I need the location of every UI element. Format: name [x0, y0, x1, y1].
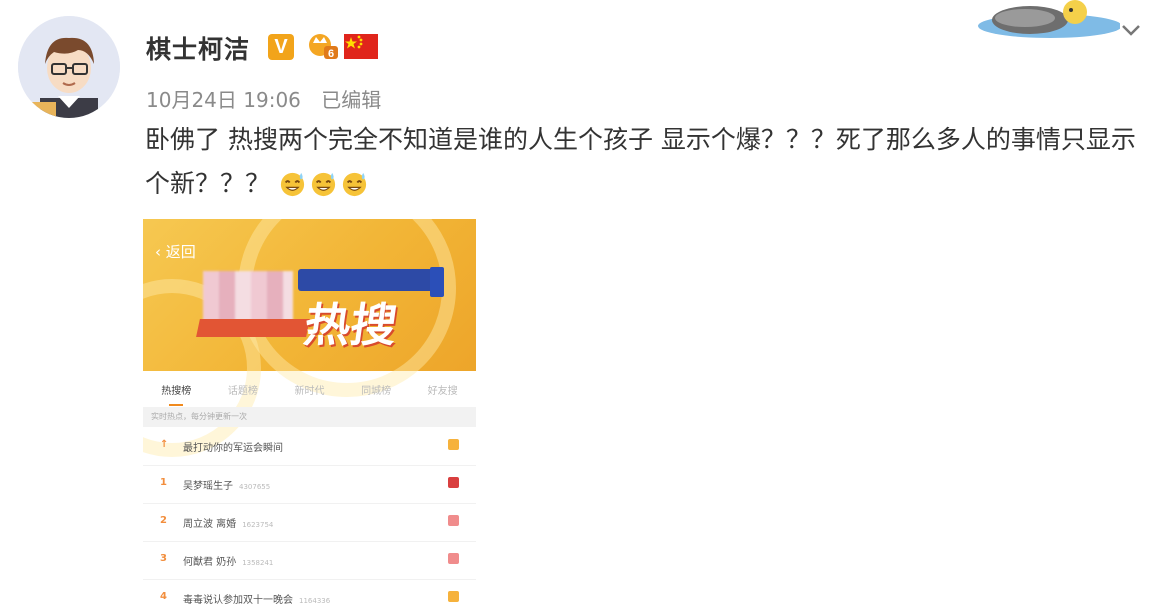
list-item[interactable]: 3 何猷君 奶孙 1358241 — [143, 541, 476, 580]
tag-badge — [448, 515, 459, 526]
item-title: 何猷君 奶孙 1358241 — [183, 557, 274, 568]
level-badge-icon[interactable]: 6 — [307, 33, 339, 61]
attached-screenshot[interactable]: ‹ 返回 热搜 热搜榜 话题榜 新时代 同城榜 好友搜 实时热点，每分钟更新一次… — [143, 219, 476, 606]
phone-icon — [430, 267, 444, 297]
tab-topics[interactable]: 话题榜 — [228, 382, 258, 397]
sweat-smile-emoji-icon — [311, 172, 336, 197]
card-decoration-icon — [975, 0, 1122, 44]
sponsor-banner — [298, 269, 443, 291]
hot-search-tabs: 热搜榜 话题榜 新时代 同城榜 好友搜 — [143, 371, 476, 407]
blurred-logo — [203, 271, 293, 321]
item-title: 周立波 离婚 1623754 — [183, 519, 274, 530]
rank: 1 — [160, 477, 167, 488]
tag-badge — [448, 477, 459, 488]
tag-badge — [448, 591, 459, 602]
chevron-down-icon[interactable] — [1120, 22, 1142, 38]
tab-local[interactable]: 同城榜 — [361, 382, 391, 397]
list-item[interactable]: 4 毒毒说认参加双十一晚会 1164336 — [143, 579, 476, 606]
tag-badge — [448, 439, 459, 450]
post-content: 卧佛了 热搜两个完全不知道是谁的人生个孩子 显示个爆？？？死了那么多人的事情只显… — [145, 118, 1145, 206]
username[interactable]: 棋士柯洁 — [146, 30, 250, 66]
tab-new-era[interactable]: 新时代 — [294, 382, 324, 397]
update-notice: 实时热点，每分钟更新一次 — [143, 407, 476, 427]
sweat-smile-emoji-icon — [342, 172, 367, 197]
edited-label[interactable]: 已编辑 — [321, 88, 381, 112]
rank: 3 — [160, 553, 167, 564]
item-title: 吴梦瑶生子 4307655 — [183, 481, 271, 492]
avatar[interactable] — [18, 16, 120, 118]
rank: 4 — [160, 591, 167, 602]
rank: 2 — [160, 515, 167, 526]
china-flag-icon — [344, 34, 378, 59]
back-button[interactable]: ‹ 返回 — [155, 241, 196, 262]
verified-badge: V — [268, 34, 294, 60]
tag-badge — [448, 553, 459, 564]
list-item[interactable]: 2 周立波 离婚 1623754 — [143, 503, 476, 542]
hot-search-banner: ‹ 返回 热搜 — [143, 219, 476, 457]
post-meta: 10月24日 19:06 已编辑 — [146, 84, 395, 113]
item-title: 最打动你的军运会瞬间 — [183, 443, 283, 454]
banner-title: 热搜 — [300, 298, 401, 352]
rank: ↑ — [160, 439, 169, 450]
post-date[interactable]: 10月24日 19:06 — [146, 88, 301, 112]
level-number: 6 — [328, 48, 334, 60]
tab-friends[interactable]: 好友搜 — [428, 382, 458, 397]
sweat-smile-emoji-icon — [280, 172, 305, 197]
list-item[interactable]: 1 吴梦瑶生子 4307655 — [143, 465, 476, 504]
back-label: 返回 — [165, 243, 196, 261]
item-title: 毒毒说认参加双十一晚会 1164336 — [183, 595, 331, 606]
avatar-illustration — [18, 16, 120, 118]
tab-hot-search[interactable]: 热搜榜 — [161, 382, 191, 406]
list-item[interactable]: ↑ 最打动你的军运会瞬间 — [143, 427, 476, 466]
banner-strip — [196, 319, 310, 337]
